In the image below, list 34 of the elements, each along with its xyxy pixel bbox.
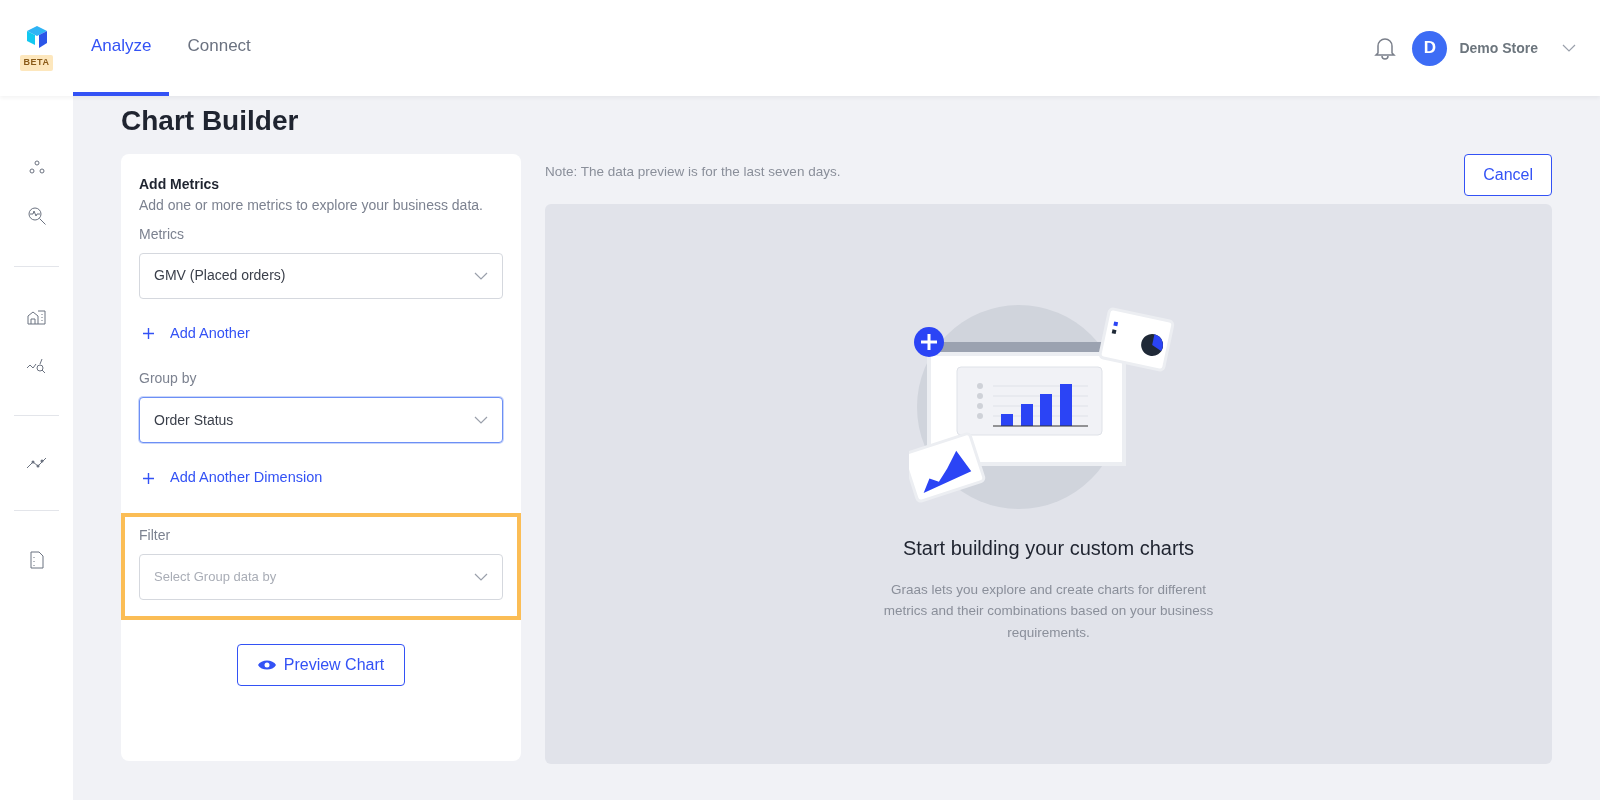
field-label: Filter xyxy=(139,526,172,546)
chevron-down-icon xyxy=(474,573,488,582)
section-subtitle: Add one or more metrics to explore your business data. xyxy=(139,195,484,215)
page-title: Chart Builder xyxy=(121,104,300,138)
empty-state-title: Start building your custom charts xyxy=(902,535,1195,561)
field-label: Group by xyxy=(139,369,198,389)
magnifier-pulse-icon[interactable] xyxy=(26,206,47,226)
preview-chart-button[interactable]: Preview Chart xyxy=(236,644,406,687)
preview-note: Note: The data preview is for the last seven days. xyxy=(545,162,841,181)
nav-tab[interactable]: Analyze xyxy=(73,0,170,96)
bell-icon[interactable] xyxy=(1374,36,1397,60)
eye-icon xyxy=(257,659,276,672)
add-link[interactable]: Add Another xyxy=(143,322,250,345)
logo-badge: BETA xyxy=(19,55,54,71)
user-name[interactable]: Demo Store xyxy=(1459,37,1538,59)
avatar[interactable]: D xyxy=(1412,30,1448,66)
select-field[interactable]: Order Status xyxy=(139,397,503,444)
document-icon[interactable] xyxy=(28,551,45,569)
select-field[interactable]: GMV (Placed orders) xyxy=(139,252,503,299)
nodes-icon[interactable] xyxy=(28,160,45,174)
plus-icon xyxy=(143,472,154,484)
building-icon[interactable] xyxy=(26,307,47,325)
chart-search-icon[interactable] xyxy=(25,357,48,375)
nav-tab[interactable]: Connect xyxy=(169,0,269,96)
add-link[interactable]: Add Another Dimension xyxy=(143,467,323,490)
section-title: Add Metrics xyxy=(139,174,221,194)
line-chart-icon[interactable] xyxy=(25,456,48,470)
chevron-down-icon xyxy=(1562,44,1576,52)
cancel-button[interactable]: Cancel xyxy=(1464,153,1552,196)
chevron-down-icon xyxy=(474,416,488,425)
field-label: Metrics xyxy=(139,224,186,244)
plus-icon xyxy=(143,327,154,339)
empty-state-description: Graas lets you explore and create charts for different metrics and their combinations based on your business requirements. xyxy=(882,580,1215,642)
chevron-down-icon xyxy=(474,271,488,280)
